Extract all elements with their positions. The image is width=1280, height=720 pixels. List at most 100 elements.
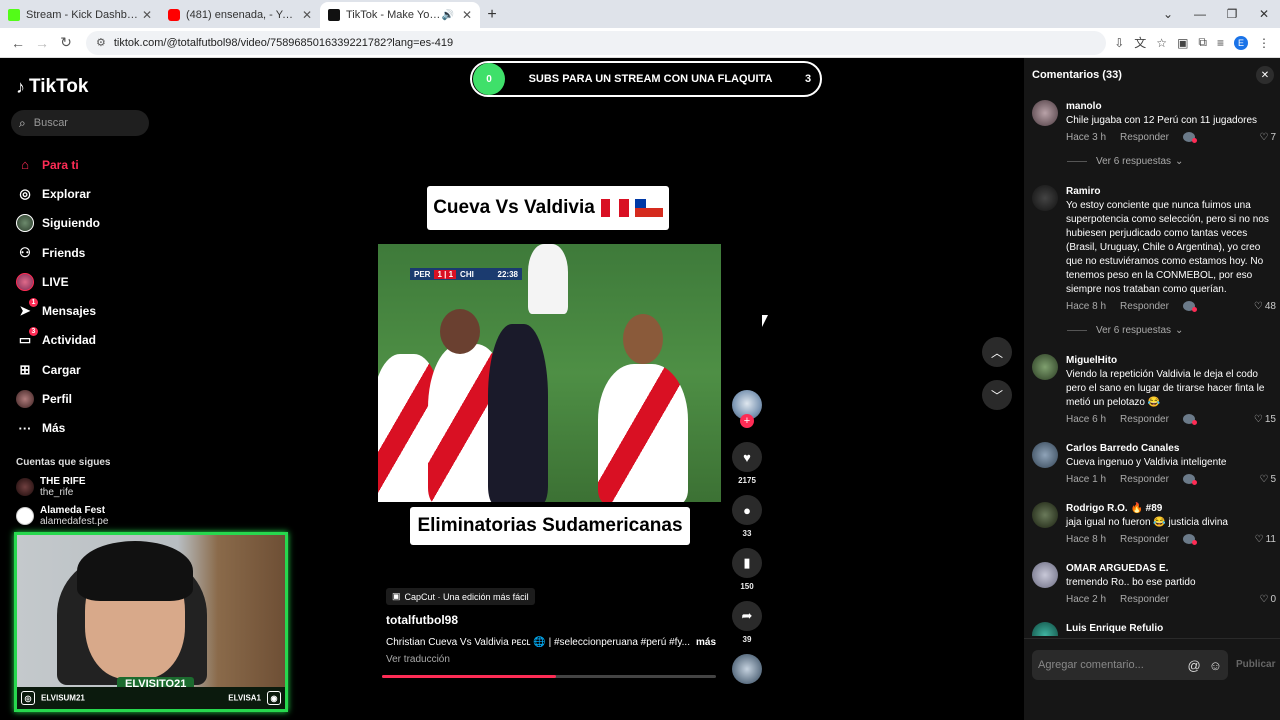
- video-author[interactable]: totalfutbol98: [386, 613, 458, 627]
- reply-button[interactable]: Responder: [1120, 301, 1169, 312]
- install-icon[interactable]: ⇩: [1114, 36, 1124, 50]
- site-info-icon[interactable]: ⚙: [96, 36, 106, 49]
- sidebar-item-siguiendo[interactable]: Siguiendo: [16, 209, 100, 238]
- reading-list-icon[interactable]: ≡: [1217, 36, 1224, 50]
- tab-title: Stream - Kick Dashboard: [26, 9, 138, 21]
- comment-user[interactable]: OMAR ARGUEDAS E.: [1066, 562, 1276, 575]
- tab-title: TikTok - Make Your Day: [346, 9, 441, 21]
- back-icon[interactable]: ←: [6, 35, 30, 51]
- sidebar-item-para-ti[interactable]: ⌂ Para ti: [16, 150, 100, 179]
- tiktok-logo[interactable]: ♪ TikTok: [16, 76, 88, 98]
- tab-search-icon[interactable]: ⌄: [1152, 7, 1184, 21]
- profile-avatar[interactable]: E: [1234, 35, 1248, 50]
- follow-plus-icon[interactable]: +: [740, 414, 754, 428]
- heart-outline-icon: ♡: [1259, 473, 1269, 485]
- comment-user[interactable]: manolo: [1066, 100, 1276, 113]
- video-player[interactable]: PER 1 | 1 CHI 22:38: [378, 244, 721, 502]
- close-tab-icon[interactable]: ✕: [302, 8, 312, 22]
- comment-avatar[interactable]: [1032, 622, 1058, 636]
- more-button[interactable]: más: [696, 637, 716, 648]
- previous-video-button[interactable]: ︿: [982, 337, 1012, 367]
- following-avatar-icon: [16, 214, 34, 233]
- comment-like-button[interactable]: ♡ 15: [1254, 414, 1276, 425]
- view-replies-button[interactable]: Ver 6 respuestas ⌄: [1067, 156, 1183, 167]
- reply-button[interactable]: Responder: [1120, 594, 1169, 605]
- extensions-puzzle-icon[interactable]: ⧉: [1198, 35, 1207, 50]
- translate-link[interactable]: Ver traducción: [386, 654, 450, 665]
- comment-user[interactable]: Ramiro: [1066, 185, 1276, 198]
- comment-input[interactable]: Agregar comentario... @ ☺: [1032, 650, 1228, 680]
- url-bar[interactable]: ⚙ tiktok.com/@totalfutbol98/video/758968…: [86, 30, 1107, 55]
- comment-like-button[interactable]: ♡ 5: [1259, 474, 1276, 485]
- sidebar-item-perfil[interactable]: Perfil: [16, 384, 100, 413]
- comment-avatar[interactable]: [1032, 185, 1058, 211]
- following-account[interactable]: THE RIFE the_rife: [16, 476, 86, 498]
- sidebar-item-explorar[interactable]: ◎ Explorar: [16, 179, 100, 208]
- restore-icon[interactable]: ❐: [1216, 7, 1248, 21]
- comment-avatar[interactable]: [1032, 100, 1058, 126]
- youtube-favicon-icon: [168, 9, 180, 21]
- browser-tab-tiktok[interactable]: TikTok - Make Your Day 🔊 ✕: [320, 2, 480, 28]
- capcut-badge[interactable]: ▣ CapCut · Una edición más fácil: [386, 588, 535, 605]
- comment-user[interactable]: MiguelHito: [1066, 354, 1276, 367]
- sidebar-item-label: Explorar: [42, 186, 91, 201]
- reply-button[interactable]: Responder: [1120, 474, 1169, 485]
- bookmark-star-icon[interactable]: ☆: [1156, 36, 1167, 50]
- publish-button[interactable]: Publicar: [1236, 659, 1275, 670]
- comment-like-button[interactable]: ♡ 0: [1259, 594, 1276, 605]
- sidebar-item-friends[interactable]: ⚇ Friends: [16, 238, 100, 267]
- reload-icon[interactable]: ↻: [54, 34, 78, 51]
- speaker-icon[interactable]: 🔊: [441, 10, 453, 21]
- sidebar-item-live[interactable]: LIVE: [16, 267, 100, 296]
- sidebar-item-mensajes[interactable]: ➤ 1 Mensajes: [16, 296, 100, 325]
- sidebar-item-cargar[interactable]: ⊞ Cargar: [16, 355, 100, 384]
- heart-outline-icon: ♡: [1253, 300, 1263, 312]
- sidebar-item-mas[interactable]: ··· Más: [16, 414, 100, 443]
- browser-tab-youtube[interactable]: (481) ensenada, - YouTube ✕: [160, 2, 320, 28]
- menu-kebab-icon[interactable]: ⋮: [1258, 36, 1270, 50]
- new-tab-button[interactable]: +: [480, 2, 504, 28]
- comment-avatar[interactable]: [1032, 562, 1058, 588]
- toolbar-icons: ⇩ 文 ☆ ▣ ⧉ ≡ E ⋮: [1114, 34, 1274, 51]
- minimize-icon[interactable]: —: [1184, 7, 1216, 21]
- comment-like-button[interactable]: ♡ 48: [1254, 301, 1276, 312]
- browser-tab-kick[interactable]: Stream - Kick Dashboard ✕: [0, 2, 160, 28]
- comment-user[interactable]: Carlos Barredo Canales: [1066, 442, 1276, 455]
- share-button[interactable]: ➦: [732, 601, 762, 631]
- comment-avatar[interactable]: [1032, 354, 1058, 380]
- mention-icon[interactable]: @: [1188, 658, 1201, 673]
- creator-avatar[interactable]: +: [732, 390, 762, 428]
- video-progress-bar[interactable]: [382, 675, 716, 678]
- mouse-cursor-icon: [762, 315, 768, 327]
- view-replies-button[interactable]: Ver 6 respuestas ⌄: [1067, 325, 1183, 336]
- comment-avatar[interactable]: [1032, 502, 1058, 528]
- reply-button[interactable]: Responder: [1120, 414, 1169, 425]
- reply-button[interactable]: Responder: [1120, 132, 1169, 143]
- search-input[interactable]: ⌕ Buscar: [11, 110, 149, 136]
- extension-icon[interactable]: ▣: [1177, 36, 1188, 50]
- comments-panel: Comentarios (33) ✕ manolo Chile jugaba c…: [1024, 58, 1280, 720]
- chevron-down-icon: ⌄: [1175, 325, 1184, 336]
- comment-avatar[interactable]: [1032, 442, 1058, 468]
- comment-user[interactable]: Rodrigo R.O. 🔥 #89: [1066, 502, 1276, 515]
- next-video-button[interactable]: ﹀: [982, 380, 1012, 410]
- close-tab-icon[interactable]: ✕: [462, 8, 472, 22]
- save-button[interactable]: ▮: [732, 548, 762, 578]
- following-account[interactable]: Alameda Fest alamedafest.pe: [16, 505, 108, 527]
- like-button[interactable]: ♥: [732, 442, 762, 472]
- close-tab-icon[interactable]: ✕: [142, 8, 152, 22]
- chevron-up-icon: ︿: [990, 345, 1003, 360]
- comment-button[interactable]: ●: [732, 495, 762, 525]
- music-disc-icon[interactable]: [732, 654, 762, 684]
- close-comments-button[interactable]: ✕: [1256, 66, 1274, 84]
- sidebar-item-actividad[interactable]: ▭ 3 Actividad: [16, 326, 100, 355]
- reply-button[interactable]: Responder: [1120, 534, 1169, 545]
- comment-like-button[interactable]: ♡ 11: [1255, 534, 1276, 545]
- forward-icon[interactable]: →: [30, 35, 54, 51]
- comment-like-button[interactable]: ♡ 7: [1259, 132, 1276, 143]
- translate-icon[interactable]: 文: [1134, 34, 1146, 51]
- emoji-icon[interactable]: ☺: [1209, 658, 1222, 673]
- close-window-icon[interactable]: ✕: [1248, 7, 1280, 21]
- comment-user[interactable]: Luis Enrique Refulio: [1066, 622, 1276, 635]
- heart-outline-icon: ♡: [1259, 593, 1269, 605]
